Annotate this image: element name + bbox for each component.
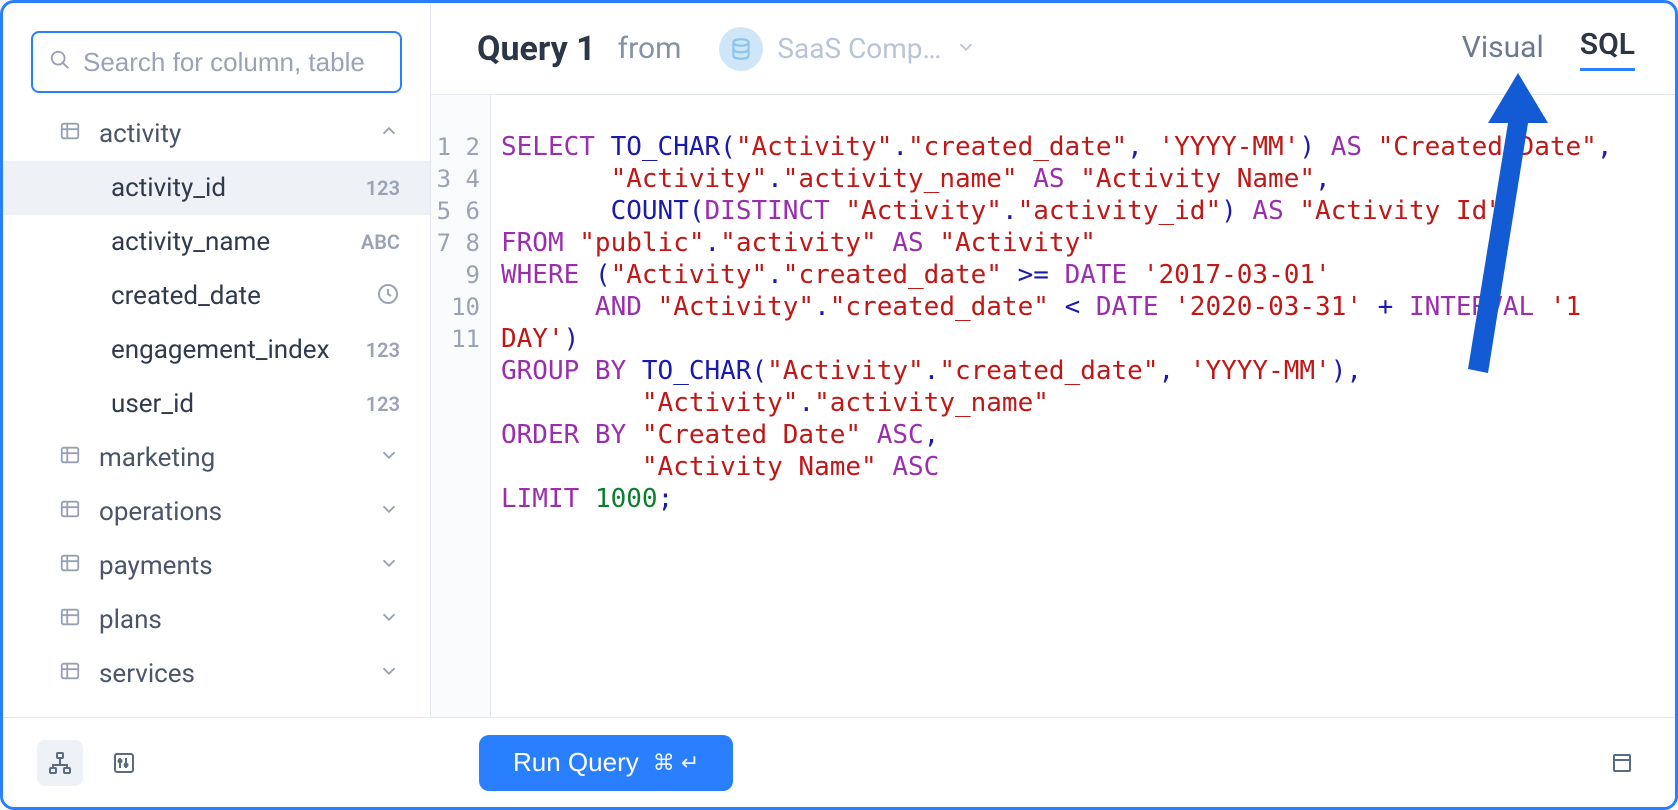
schema-sidebar: activity activity_id 123 activity_name ABC cr…	[3, 3, 431, 717]
table-label: plans	[99, 605, 360, 635]
column-label: activity_name	[111, 227, 338, 257]
mode-tabs: Visual SQL	[1462, 27, 1635, 71]
chevron-down-icon	[378, 659, 400, 689]
table-row-marketing[interactable]: marketing	[3, 431, 430, 485]
tab-visual[interactable]: Visual	[1462, 30, 1544, 71]
postgres-icon	[719, 27, 763, 71]
line-gutter: 1 2 3 4 5 6 7 8 9 10 11	[431, 95, 491, 717]
column-row-created_date[interactable]: created_date	[3, 269, 430, 323]
table-label: activity	[99, 119, 360, 149]
column-type: 123	[356, 338, 400, 362]
column-type: 123	[356, 392, 400, 416]
chevron-down-icon	[378, 497, 400, 527]
table-icon	[59, 119, 81, 149]
table-label: operations	[99, 497, 360, 527]
chevron-up-icon	[378, 119, 400, 149]
column-type: 123	[356, 176, 400, 200]
run-query-label: Run Query	[513, 747, 639, 778]
table-icon	[59, 497, 81, 527]
footer-bar: Run Query ⌘ ↵	[3, 717, 1675, 807]
datasource-label: SaaS Comp…	[777, 32, 941, 65]
editor-header: Query 1 from SaaS Comp… Visual SQL	[431, 3, 1675, 95]
run-query-shortcut: ⌘ ↵	[653, 750, 700, 776]
code-editor[interactable]: 1 2 3 4 5 6 7 8 9 10 11 SELECT TO_CHAR("…	[431, 95, 1675, 717]
chevron-down-icon	[378, 605, 400, 635]
table-row-services[interactable]: services	[3, 647, 430, 701]
table-row-plans[interactable]: plans	[3, 593, 430, 647]
query-title[interactable]: Query 1	[477, 29, 596, 69]
column-label: user_id	[111, 389, 338, 419]
expand-panel-button[interactable]	[1599, 740, 1645, 786]
search-box[interactable]	[31, 31, 402, 93]
column-row-activity_name[interactable]: activity_name ABC	[3, 215, 430, 269]
table-row-payments[interactable]: payments	[3, 539, 430, 593]
column-type: ABC	[356, 230, 400, 254]
table-label: marketing	[99, 443, 360, 473]
chevron-down-icon	[955, 32, 977, 65]
table-label: services	[99, 659, 360, 689]
column-row-activity_id[interactable]: activity_id 123	[3, 161, 430, 215]
schema-list: activity activity_id 123 activity_name ABC cr…	[3, 107, 430, 717]
column-row-user_id[interactable]: user_id 123	[3, 377, 430, 431]
tab-sql[interactable]: SQL	[1580, 27, 1635, 71]
editor-pane: Query 1 from SaaS Comp… Visual SQL	[431, 3, 1675, 717]
datasource-selector[interactable]: SaaS Comp…	[713, 25, 991, 73]
column-label: created_date	[111, 281, 338, 311]
table-row-activity[interactable]: activity	[3, 107, 430, 161]
schema-tree-button[interactable]	[37, 740, 83, 786]
table-icon	[59, 659, 81, 689]
table-row-operations[interactable]: operations	[3, 485, 430, 539]
chevron-down-icon	[378, 443, 400, 473]
from-label: from	[618, 31, 682, 66]
search-input[interactable]	[83, 47, 418, 78]
column-label: activity_id	[111, 173, 338, 203]
settings-panel-button[interactable]	[101, 740, 147, 786]
table-icon	[59, 443, 81, 473]
code-content[interactable]: SELECT TO_CHAR("Activity"."created_date"…	[491, 95, 1675, 717]
table-label: payments	[99, 551, 360, 581]
chevron-down-icon	[378, 551, 400, 581]
clock-icon	[356, 282, 400, 311]
search-icon	[49, 49, 71, 75]
run-query-button[interactable]: Run Query ⌘ ↵	[479, 735, 733, 791]
table-icon	[59, 551, 81, 581]
table-icon	[59, 605, 81, 635]
column-row-engagement_index[interactable]: engagement_index 123	[3, 323, 430, 377]
column-label: engagement_index	[111, 335, 338, 365]
